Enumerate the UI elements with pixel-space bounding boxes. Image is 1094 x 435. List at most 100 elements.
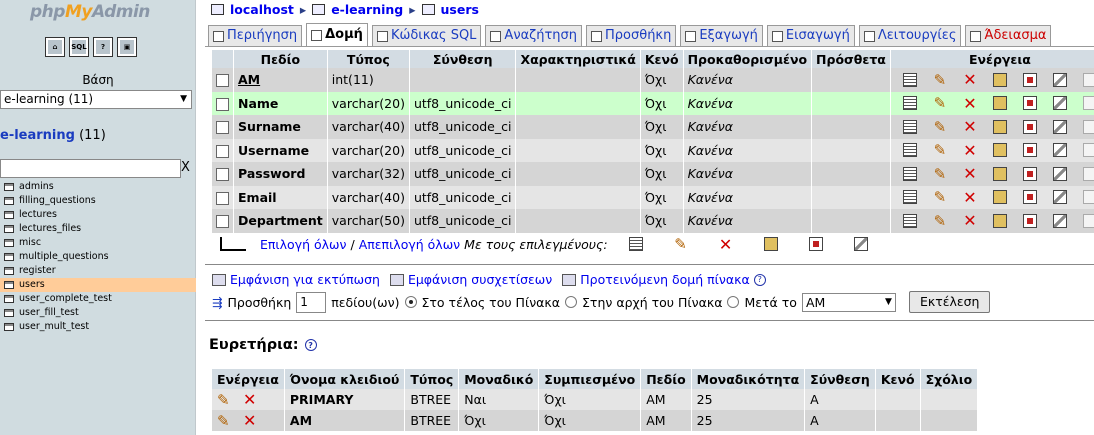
after-field-select[interactable]: AM ▼: [801, 292, 896, 312]
tab-search[interactable]: Αναζήτηση: [485, 25, 583, 46]
edit-icon[interactable]: ✎: [925, 93, 955, 113]
unique-icon[interactable]: [1015, 187, 1045, 207]
drop-icon[interactable]: ✕: [955, 93, 985, 113]
row-checkbox[interactable]: [216, 74, 229, 88]
field-name[interactable]: Name: [233, 91, 328, 115]
table-icon[interactable]: [4, 211, 14, 219]
tab-operations[interactable]: Λειτουργίες: [858, 25, 962, 46]
field-name[interactable]: Email: [233, 185, 328, 209]
clear-filter-button[interactable]: X: [181, 160, 190, 175]
drop-icon[interactable]: ✕: [955, 187, 985, 207]
browse-distinct-icon[interactable]: [895, 211, 925, 231]
uncheck-all-link[interactable]: Απεπιλογή όλων: [359, 237, 460, 252]
browse-distinct-icon[interactable]: [895, 187, 925, 207]
sidebar-table-label[interactable]: user_complete_test: [19, 292, 112, 306]
sidebar-table-item[interactable]: multiple_questions: [0, 250, 196, 264]
sidebar-table-label[interactable]: user_mult_test: [19, 320, 89, 334]
drop-icon[interactable]: ✕: [955, 70, 985, 90]
sidebar-table-label[interactable]: admins: [19, 180, 54, 194]
row-checkbox[interactable]: [216, 168, 229, 182]
sidebar-table-label[interactable]: multiple_questions: [19, 250, 109, 264]
propose-structure-label[interactable]: Προτεινόμενη δομή πίνακα: [580, 272, 749, 287]
field-name[interactable]: Username: [233, 138, 328, 162]
drop-icon[interactable]: ✕: [955, 164, 985, 184]
breadcrumb-table[interactable]: users: [441, 2, 479, 17]
docs-icon[interactable]: ?: [93, 37, 113, 57]
unique-icon[interactable]: [1015, 140, 1045, 160]
print-view-label[interactable]: Εμφάνιση για εκτύπωση: [230, 272, 380, 287]
row-checkbox[interactable]: [216, 191, 229, 205]
index-icon[interactable]: [1045, 70, 1075, 90]
drop-selected-icon[interactable]: ✕: [716, 235, 736, 254]
drop-icon[interactable]: ✕: [955, 211, 985, 231]
browse-distinct-icon[interactable]: [895, 140, 925, 160]
primary-key-icon[interactable]: [985, 117, 1015, 137]
table-icon[interactable]: [4, 183, 14, 191]
primary-key-icon[interactable]: [985, 140, 1015, 160]
tab-empty[interactable]: Άδειασμα: [965, 25, 1052, 46]
sql-icon[interactable]: SQL: [69, 37, 89, 57]
edit-icon[interactable]: ✎: [925, 164, 955, 184]
field-name[interactable]: AM: [233, 68, 328, 92]
edit-icon[interactable]: ✎: [925, 187, 955, 207]
sidebar-table-item[interactable]: user_fill_test: [0, 306, 196, 320]
radio-after-field[interactable]: [727, 296, 740, 308]
edit-icon[interactable]: ✎: [925, 140, 955, 160]
sidebar-table-label[interactable]: user_fill_test: [19, 306, 79, 320]
breadcrumb-database[interactable]: e-learning: [331, 2, 403, 17]
unique-icon[interactable]: [1015, 117, 1045, 137]
index-icon[interactable]: [1045, 117, 1075, 137]
fulltext-icon[interactable]: [1075, 211, 1094, 231]
relation-view-link[interactable]: Εμφάνιση συσχετίσεων: [389, 272, 552, 287]
help-icon[interactable]: ?: [753, 273, 766, 286]
fulltext-icon[interactable]: [1075, 70, 1094, 90]
index-icon[interactable]: [1045, 93, 1075, 113]
table-icon[interactable]: [4, 239, 14, 247]
home-icon[interactable]: ⌂: [45, 37, 65, 57]
index-icon[interactable]: [1045, 140, 1075, 160]
database-title[interactable]: e-learning (11): [0, 128, 106, 143]
sidebar-table-label[interactable]: lectures: [19, 208, 57, 222]
sidebar-table-item[interactable]: register: [0, 264, 196, 278]
field-name[interactable]: Surname: [233, 115, 328, 139]
table-filter-input[interactable]: [0, 159, 181, 178]
fulltext-icon[interactable]: [1075, 187, 1094, 207]
browse-distinct-icon[interactable]: [895, 164, 925, 184]
sidebar-table-item[interactable]: admins: [0, 180, 196, 194]
edit-icon[interactable]: ✎: [925, 211, 955, 231]
sidebar-table-item[interactable]: lectures: [0, 208, 196, 222]
primary-key-icon[interactable]: [985, 164, 1015, 184]
row-checkbox[interactable]: [216, 121, 229, 135]
primary-key-icon[interactable]: [985, 187, 1015, 207]
table-icon[interactable]: [4, 281, 14, 289]
tab-structure[interactable]: Δομή: [306, 23, 368, 46]
sidebar-table-item[interactable]: user_mult_test: [0, 320, 196, 334]
propose-structure-link[interactable]: Προτεινόμενη δομή πίνακα?: [562, 272, 766, 287]
phpmyadmin-logo[interactable]: phpMyAdmin: [30, 2, 150, 22]
edit-icon[interactable]: ✎: [925, 70, 955, 90]
unique-icon[interactable]: [1015, 93, 1045, 113]
unique-icon[interactable]: [1015, 211, 1045, 231]
sidebar-table-item[interactable]: lectures_files: [0, 222, 196, 236]
table-icon[interactable]: [4, 295, 14, 303]
fulltext-icon[interactable]: [1075, 117, 1094, 137]
table-icon[interactable]: [4, 267, 14, 275]
browse-selected-icon[interactable]: [626, 236, 646, 252]
relation-view-label[interactable]: Εμφάνιση συσχετίσεων: [408, 272, 552, 287]
drop-icon[interactable]: ✕: [243, 411, 256, 430]
primary-key-icon[interactable]: [985, 93, 1015, 113]
edit-icon[interactable]: ✎: [217, 391, 243, 409]
index-icon[interactable]: [1045, 187, 1075, 207]
sidebar-table-item[interactable]: user_complete_test: [0, 292, 196, 306]
check-all-link[interactable]: Επιλογή όλων: [260, 237, 347, 252]
sidebar-table-item[interactable]: filling_questions: [0, 194, 196, 208]
table-icon[interactable]: [4, 225, 14, 233]
browse-distinct-icon[interactable]: [895, 93, 925, 113]
drop-icon[interactable]: ✕: [243, 390, 256, 409]
radio-end-of-table[interactable]: [404, 296, 417, 308]
tab-export[interactable]: Εξαγωγή: [680, 25, 763, 46]
print-view-link[interactable]: Εμφάνιση για εκτύπωση: [212, 272, 380, 287]
tab-import[interactable]: Εισαγωγή: [766, 25, 855, 46]
go-button[interactable]: Εκτέλεση: [908, 291, 991, 313]
drop-icon[interactable]: ✕: [955, 140, 985, 160]
